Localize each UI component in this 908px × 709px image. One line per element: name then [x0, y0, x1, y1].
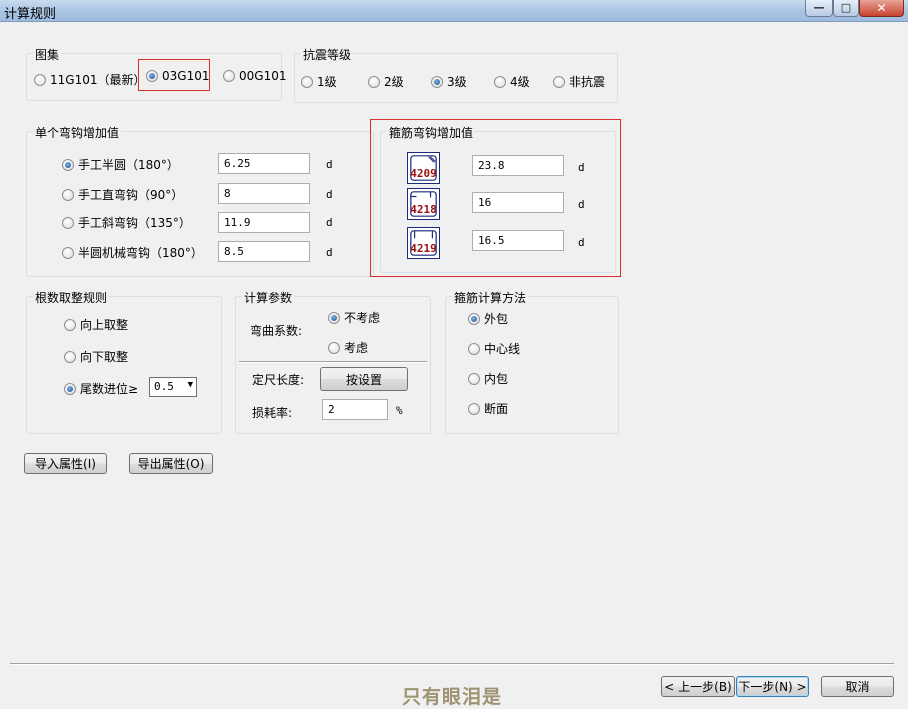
seismic-option-4[interactable]: 4级	[494, 73, 530, 90]
import-properties-button[interactable]: 导入属性(I)	[24, 453, 107, 474]
radio-indicator	[62, 246, 74, 259]
stirrup-4219-icon[interactable]: 4219	[407, 227, 440, 259]
close-icon: ✕	[876, 1, 887, 15]
export-properties-button[interactable]: 导出属性(O)	[129, 453, 213, 474]
radio-indicator	[62, 158, 74, 171]
radio-indicator	[553, 75, 565, 88]
hook-half-circle-unit: d	[326, 158, 333, 171]
hook-oblique-unit: d	[326, 216, 333, 229]
hook-half-circle-input[interactable]: 6.25	[218, 153, 310, 174]
stirrup-method-section[interactable]: 断面	[468, 400, 508, 417]
rounding-legend: 根数取整规则	[33, 289, 110, 306]
atlas-option-03g101[interactable]: 03G101	[146, 69, 209, 83]
dropdown-arrow-icon: ▼	[187, 380, 193, 390]
bend-option-consider[interactable]: 考虑	[328, 339, 368, 356]
radio-indicator	[368, 75, 380, 88]
radio-indicator	[223, 70, 235, 82]
radio-indicator	[468, 372, 480, 385]
radio-indicator	[328, 341, 340, 354]
radio-indicator	[64, 318, 76, 331]
hook-straight-input[interactable]: 8	[218, 183, 310, 204]
hook-mechanical-input[interactable]: 8.5	[218, 241, 310, 262]
bend-coefficient-label: 弯曲系数:	[250, 324, 303, 338]
minimize-icon: —	[813, 1, 825, 14]
hook-mechanical-unit: d	[326, 246, 333, 259]
calc-params-separator	[239, 361, 427, 363]
atlas-option-00g101[interactable]: 00G101	[223, 69, 286, 83]
radio-indicator	[468, 342, 480, 355]
radio-indicator	[468, 402, 480, 415]
stirrup-method-legend: 箍筋计算方法	[452, 289, 529, 306]
radio-indicator	[62, 216, 74, 229]
maximize-icon: □	[840, 1, 852, 14]
next-step-button[interactable]: 下一步(N) >	[736, 676, 809, 697]
stirrup-4218-unit: d	[578, 198, 585, 211]
cancel-button[interactable]: 取消	[821, 676, 894, 697]
hook-option-mechanical[interactable]: 半圆机械弯钩（180°）	[62, 244, 203, 261]
stirrup-4209-icon[interactable]: 4209	[407, 152, 440, 184]
dialog-body: 图集 11G101（最新） 03G101 00G101 抗震等级 1级 2级 3…	[6, 22, 902, 709]
atlas-option-11g101[interactable]: 11G101（最新）	[34, 71, 145, 88]
hook-option-oblique[interactable]: 手工斜弯钩（135°）	[62, 214, 191, 231]
radio-indicator	[301, 75, 313, 88]
hook-option-straight[interactable]: 手工直弯钩（90°）	[62, 186, 183, 203]
footer-separator	[10, 663, 894, 665]
radio-indicator	[431, 75, 443, 88]
minimize-button[interactable]: —	[805, 0, 833, 17]
title-bar: 计算规则 — □ ✕	[0, 0, 908, 22]
radio-indicator	[328, 311, 340, 324]
stirrup-method-inner[interactable]: 内包	[468, 370, 508, 387]
atlas-legend: 图集	[33, 46, 62, 63]
rounding-option-up[interactable]: 向上取整	[64, 316, 128, 333]
loss-rate-input[interactable]: 2	[322, 399, 388, 420]
stirrup-method-outer[interactable]: 外包	[468, 310, 508, 327]
hook-straight-unit: d	[326, 188, 333, 201]
previous-step-button[interactable]: < 上一步(B)	[661, 676, 735, 697]
radio-indicator	[34, 73, 46, 86]
maximize-button[interactable]: □	[833, 0, 859, 17]
hook-oblique-input[interactable]: 11.9	[218, 212, 310, 233]
radio-indicator	[468, 312, 480, 325]
stirrup-4219-unit: d	[578, 236, 585, 249]
stirrup-4218-input[interactable]: 16	[472, 192, 564, 213]
close-button[interactable]: ✕	[859, 0, 904, 17]
window-title: 计算规则	[4, 7, 57, 22]
stirrup-4209-input[interactable]: 23.8	[472, 155, 564, 176]
stirrup-method-center[interactable]: 中心线	[468, 340, 520, 357]
seismic-legend: 抗震等级	[301, 46, 354, 63]
rounding-option-carry[interactable]: 尾数进位≥	[64, 380, 138, 397]
fixed-length-label: 定尺长度:	[252, 373, 305, 387]
radio-indicator	[146, 70, 158, 82]
calc-params-legend: 计算参数	[242, 289, 295, 306]
rounding-threshold-select[interactable]: 0.5 ▼	[149, 377, 197, 397]
radio-indicator	[64, 382, 76, 395]
stirrup-hook-legend: 箍筋弯钩增加值	[387, 124, 476, 141]
seismic-option-2[interactable]: 2级	[368, 73, 404, 90]
seismic-option-none[interactable]: 非抗震	[553, 73, 605, 90]
stirrup-4218-icon[interactable]: 4218	[407, 188, 440, 220]
fixed-length-settings-button[interactable]: 按设置	[320, 367, 408, 391]
hook-option-half-circle[interactable]: 手工半圆（180°）	[62, 156, 179, 173]
radio-indicator	[62, 188, 74, 201]
loss-rate-unit: %	[396, 404, 403, 417]
stirrup-4209-unit: d	[578, 161, 585, 174]
radio-indicator	[64, 350, 76, 363]
bend-option-ignore[interactable]: 不考虑	[328, 309, 380, 326]
seismic-option-1[interactable]: 1级	[301, 73, 337, 90]
stirrup-4219-input[interactable]: 16.5	[472, 230, 564, 251]
watermark-text: 只有眼泪是	[402, 686, 503, 708]
loss-rate-label: 损耗率:	[252, 406, 293, 420]
rounding-option-down[interactable]: 向下取整	[64, 348, 128, 365]
seismic-option-3[interactable]: 3级	[431, 73, 467, 90]
radio-indicator	[494, 75, 506, 88]
hook-legend: 单个弯钩增加值	[33, 124, 122, 141]
